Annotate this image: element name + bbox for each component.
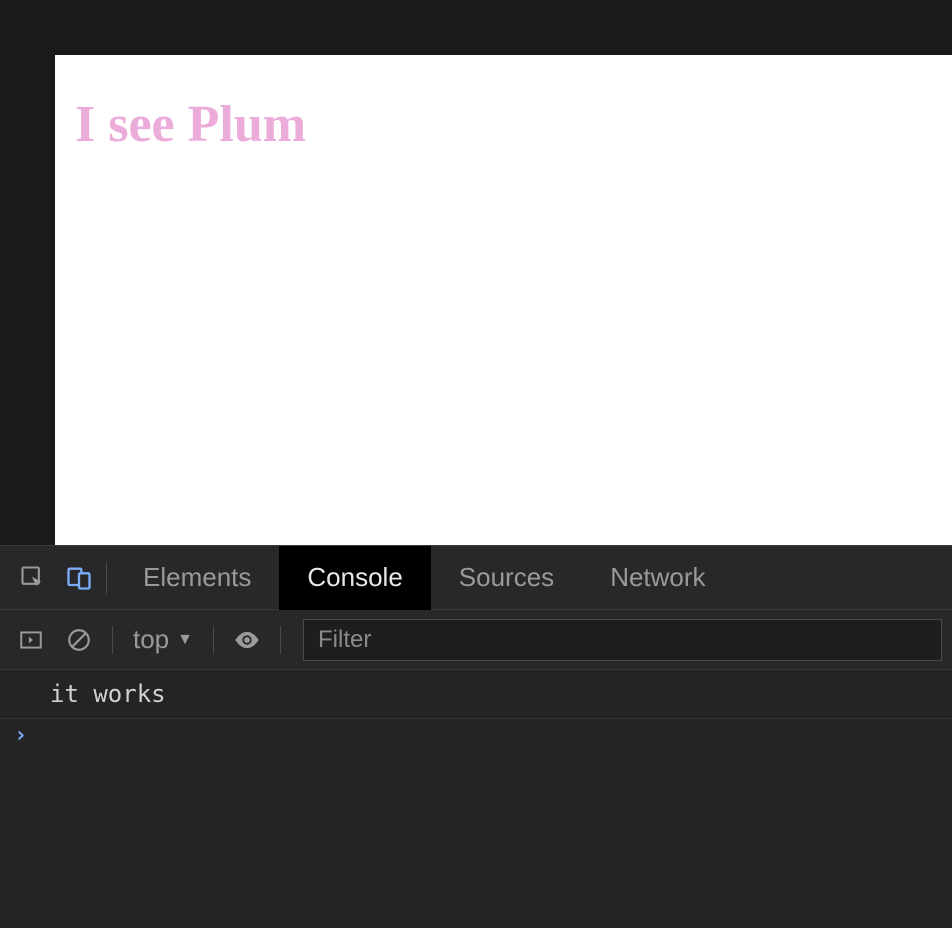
browser-viewport: I see Plum xyxy=(0,0,952,545)
console-output[interactable]: it works › xyxy=(0,670,952,928)
tab-sources[interactable]: Sources xyxy=(431,546,582,610)
tab-network[interactable]: Network xyxy=(582,546,733,610)
console-toolbar: top ▼ xyxy=(0,610,952,670)
inspect-element-icon[interactable] xyxy=(10,555,56,601)
divider xyxy=(280,626,281,654)
context-selector[interactable]: top ▼ xyxy=(125,624,201,655)
page-heading: I see Plum xyxy=(75,95,932,154)
toggle-sidebar-icon[interactable] xyxy=(10,619,52,661)
chevron-down-icon: ▼ xyxy=(177,631,193,649)
filter-input[interactable] xyxy=(303,619,942,661)
devtools-panel: Elements Console Sources Network top ▼ xyxy=(0,545,952,928)
live-expression-icon[interactable] xyxy=(226,619,268,661)
clear-console-icon[interactable] xyxy=(58,619,100,661)
tab-elements[interactable]: Elements xyxy=(115,546,279,610)
divider xyxy=(112,626,113,654)
rendered-page: I see Plum xyxy=(55,55,952,545)
console-log-message: it works xyxy=(0,670,952,719)
console-prompt[interactable]: › xyxy=(0,719,952,752)
device-toggle-icon[interactable] xyxy=(56,555,102,601)
prompt-caret-icon: › xyxy=(14,723,27,748)
context-label: top xyxy=(133,624,169,655)
divider xyxy=(106,562,107,594)
tab-console[interactable]: Console xyxy=(279,546,430,610)
devtools-tab-bar: Elements Console Sources Network xyxy=(0,546,952,610)
divider xyxy=(213,626,214,654)
